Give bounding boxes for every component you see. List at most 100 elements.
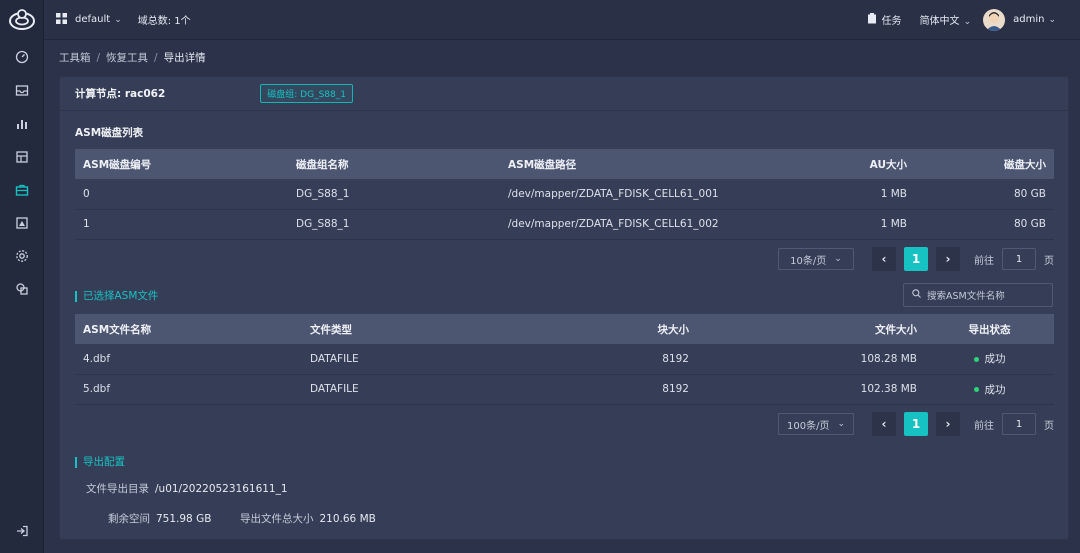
grid-icon [56, 12, 67, 27]
export-dir-value: /u01/20220523161611_1 [155, 483, 288, 495]
avatar[interactable] [983, 8, 1006, 31]
cell: 5.dbf [75, 374, 302, 405]
search-placeholder: 搜索ASM文件名称 [927, 291, 1005, 302]
monitor-icon[interactable] [12, 213, 32, 233]
breadcrumb-toolbox[interactable]: 工具箱 [59, 52, 91, 64]
toolbox-icon[interactable] [12, 180, 32, 200]
table-row[interactable]: 1 DG_S88_1 /dev/mapper/ZDATA_FDISK_CELL6… [75, 209, 1054, 240]
column-header: 导出状态 [925, 314, 1054, 344]
page-size-value: 10条/页 [790, 255, 827, 267]
column-header: 块大小 [532, 314, 697, 344]
page-size-value: 100条/页 [786, 420, 830, 432]
selected-asm-files-title: 已选择ASM文件 [75, 291, 158, 302]
sidebar [0, 0, 44, 553]
goto-page-input[interactable]: 1 [1002, 413, 1036, 435]
table-header-row: ASM磁盘编号 磁盘组名称 ASM磁盘路径 AU大小 磁盘大小 [75, 149, 1054, 179]
chevron-down-icon: ⌄ [963, 17, 972, 27]
column-header: AU大小 [760, 149, 915, 179]
next-page-button[interactable]: › [936, 412, 960, 436]
cell: 80 GB [915, 179, 1054, 210]
page-number-button[interactable]: 1 [904, 412, 928, 436]
chevron-down-icon: ⌄ [837, 419, 845, 429]
user-menu[interactable]: admin ⌄ [1013, 14, 1056, 25]
goto-page-input[interactable]: 1 [1002, 248, 1036, 270]
chevron-down-icon: ⌄ [114, 15, 122, 25]
column-header: 文件大小 [697, 314, 925, 344]
cell: /dev/mapper/ZDATA_FDISK_CELL61_002 [500, 209, 760, 240]
cell: 1 [75, 209, 288, 240]
asm-file-search[interactable]: 搜索ASM文件名称 [903, 283, 1053, 307]
cell: 8192 [532, 374, 697, 405]
cell: DG_S88_1 [288, 209, 500, 240]
cell: DATAFILE [302, 344, 532, 375]
compute-node-label: 计算节点: rac062 [75, 88, 166, 100]
cell: 102.38 MB [697, 374, 925, 405]
chevron-down-icon: ⌄ [1048, 15, 1056, 25]
cell: 80 GB [915, 209, 1054, 240]
table-row[interactable]: 4.dbf DATAFILE 8192 108.28 MB 成功 [75, 344, 1054, 375]
breadcrumb: 工具箱 / 恢复工具 / 导出详情 [59, 52, 206, 64]
page-number-button[interactable]: 1 [904, 247, 928, 271]
workspace-selector[interactable]: default ⌄ [75, 14, 122, 25]
column-header: 磁盘大小 [915, 149, 1054, 179]
export-total-value: 210.66 MB [319, 513, 376, 525]
next-page-button[interactable]: › [936, 247, 960, 271]
cell: 108.28 MB [697, 344, 925, 375]
diskgroup-tag: 磁盘组: DG_S88_1 [260, 84, 353, 103]
export-dir-label: 文件导出目录 [86, 483, 149, 495]
table-row[interactable]: 5.dbf DATAFILE 8192 102.38 MB 成功 [75, 374, 1054, 405]
storage-icon[interactable] [12, 147, 32, 167]
cell: /dev/mapper/ZDATA_FDISK_CELL61_001 [500, 179, 760, 210]
asm-file-table: ASM文件名称 文件类型 块大小 文件大小 导出状态 4.dbf DATAFIL… [75, 314, 1054, 405]
language-selector[interactable]: 简体中文 ⌄ [920, 12, 972, 27]
breadcrumb-export-details: 导出详情 [163, 52, 206, 64]
disk-pagination: 10条/页 ⌄ ‹ 1 › 前往 1 页 [778, 247, 1054, 271]
asm-disk-list-title: ASM磁盘列表 [75, 127, 144, 139]
cell: 0 [75, 179, 288, 210]
prev-page-button[interactable]: ‹ [872, 412, 896, 436]
cell: 1 MB [760, 179, 915, 210]
column-header: ASM文件名称 [75, 314, 302, 344]
page-size-select[interactable]: 100条/页 ⌄ [778, 413, 854, 435]
cloud-logo-icon[interactable] [8, 8, 36, 32]
cell: 8192 [532, 344, 697, 375]
export-total-row: 导出文件总大小 210.66 MB [240, 511, 376, 526]
user-name: admin [1013, 14, 1045, 25]
column-header: 磁盘组名称 [288, 149, 500, 179]
logout-icon[interactable] [12, 521, 32, 541]
column-header: ASM磁盘编号 [75, 149, 288, 179]
free-space-value: 751.98 GB [156, 513, 212, 525]
table-row[interactable]: 0 DG_S88_1 /dev/mapper/ZDATA_FDISK_CELL6… [75, 179, 1054, 210]
clipboard-icon[interactable] [867, 12, 877, 27]
domain-count: 域总数: 1个 [137, 16, 191, 27]
bar-chart-icon[interactable] [12, 114, 32, 134]
language-label: 简体中文 [919, 16, 960, 27]
export-total-label: 导出文件总大小 [240, 513, 314, 525]
export-config-title: 导出配置 [75, 457, 125, 468]
copy-icon[interactable] [12, 279, 32, 299]
cell: DG_S88_1 [288, 179, 500, 210]
free-space-label: 剩余空间 [108, 513, 150, 525]
settings-icon[interactable] [12, 246, 32, 266]
goto-label: 前往 [974, 420, 994, 432]
breadcrumb-recovery-tools[interactable]: 恢复工具 [106, 52, 148, 64]
column-header: ASM磁盘路径 [500, 149, 760, 179]
export-dir-row: 文件导出目录/u01/20220523161611_1 [86, 481, 288, 496]
prev-page-button[interactable]: ‹ [872, 247, 896, 271]
dashboard-icon[interactable] [12, 47, 32, 67]
table-header-row: ASM文件名称 文件类型 块大小 文件大小 导出状态 [75, 314, 1054, 344]
status-text: 成功 [984, 383, 1006, 396]
asm-disk-table: ASM磁盘编号 磁盘组名称 ASM磁盘路径 AU大小 磁盘大小 0 DG_S88… [75, 149, 1054, 240]
status-text: 成功 [984, 353, 1006, 366]
success-dot-icon [973, 356, 979, 362]
page-size-select[interactable]: 10条/页 ⌄ [778, 248, 854, 270]
chevron-down-icon: ⌄ [834, 254, 842, 264]
tasks-link[interactable]: 任务 [882, 12, 902, 27]
free-space-row: 剩余空间 751.98 GB [108, 511, 211, 526]
page-unit-label: 页 [1044, 420, 1054, 432]
export-details-panel: 计算节点: rac062 磁盘组: DG_S88_1 ASM磁盘列表 ASM磁盘… [59, 76, 1069, 540]
search-icon [912, 289, 921, 301]
inbox-icon[interactable] [12, 80, 32, 100]
cell: 1 MB [760, 209, 915, 240]
status-cell: 成功 [925, 344, 1054, 375]
